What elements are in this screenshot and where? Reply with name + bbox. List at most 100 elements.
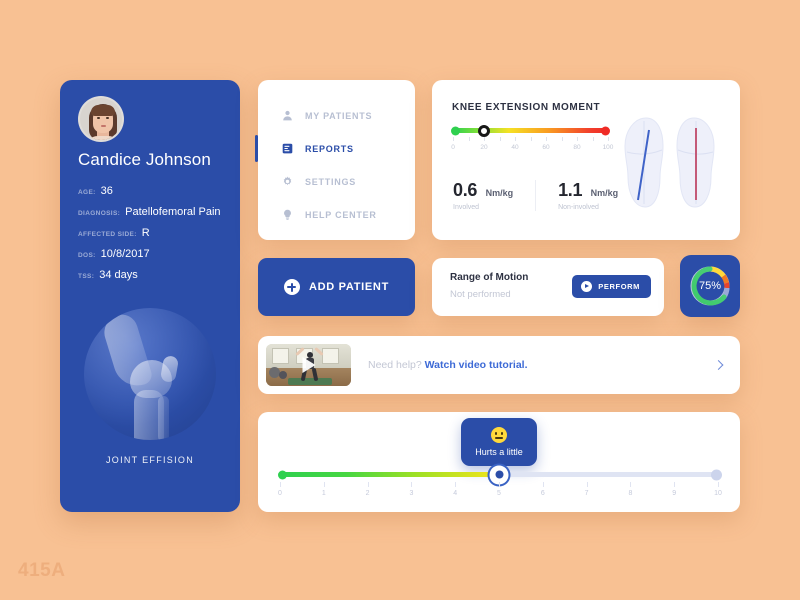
meta-key: DIAGNOSIS: [78, 210, 121, 217]
sidebar-item-label: REPORTS [305, 143, 354, 154]
lightbulb-icon [279, 209, 296, 220]
gauge-tick-label: 0 [451, 144, 455, 151]
perform-button-label: PERFORM [598, 282, 640, 291]
condition-label: JOINT EFFISION [105, 455, 195, 465]
add-patient-label: ADD PATIENT [308, 281, 389, 293]
sidebar-item-label: MY PATIENTS [305, 110, 373, 121]
value-number: 0.6 [453, 180, 478, 200]
pain-tick-label: 2 [365, 490, 370, 497]
patient-name: Candice Johnson [78, 150, 211, 169]
gauge-tick-label: 60 [542, 144, 550, 151]
sidebar-nav: MY PATIENTS REPORTS SETTINGS HELP CENTER [255, 80, 415, 240]
value-unit: Nm/kg [590, 188, 619, 198]
patient-card: Candice Johnson AGE: 36 DIAGNOSIS: Patel… [60, 80, 240, 512]
gauge-cap-left [451, 126, 460, 135]
gauge-scale-labels: 0 20 40 60 80 100 [451, 144, 613, 154]
gauge-tick-label: 100 [602, 144, 614, 151]
progress-ring-card[interactable]: 75% [680, 255, 740, 317]
range-of-motion-card: Range of Motion Not performed PERFORM [432, 258, 664, 316]
footprints-illustration-icon [616, 112, 724, 218]
meta-key: AFFECTED SIDE: [78, 231, 137, 238]
video-tutorial-link[interactable]: Watch video tutorial. [425, 359, 528, 371]
meta-row-dos: DOS: 10/8/2017 [78, 248, 230, 260]
meta-key: AGE: [78, 189, 96, 196]
pain-tick-label: 9 [672, 490, 677, 497]
add-patient-button[interactable]: ADD PATIENT [258, 258, 415, 316]
pain-value-tooltip: Hurts a little [461, 418, 537, 466]
pain-tick-label: 8 [628, 490, 633, 497]
chevron-right-icon[interactable] [713, 360, 724, 370]
sidebar-item-help-center[interactable]: HELP CENTER [258, 198, 415, 231]
gauge-cap-right [601, 126, 610, 135]
meta-key: DOS: [78, 252, 96, 259]
patient-meta-list: AGE: 36 DIAGNOSIS: Patellofemoral Pain A… [78, 185, 230, 290]
meta-value: Patellofemoral Pain [125, 206, 221, 218]
pain-slider-ticks [280, 482, 719, 489]
pain-slider-track [278, 465, 722, 484]
pain-tick-label: 0 [278, 490, 282, 497]
pain-scale-labels: 0 1 2 3 4 5 6 7 8 9 10 [278, 490, 722, 501]
pain-tick-label: 7 [584, 490, 589, 497]
play-triangle-icon [302, 357, 315, 373]
value-number: 1.1 [558, 180, 583, 200]
meta-key: TSS: [78, 273, 95, 280]
value-unit: Nm/kg [485, 188, 514, 198]
meta-row-age: AGE: 36 [78, 185, 230, 197]
play-circle-icon [581, 281, 593, 292]
sidebar-item-label: SETTINGS [305, 176, 357, 187]
meta-value: R [141, 227, 150, 239]
neutral-face-emoji-icon [491, 427, 507, 443]
document-icon [279, 143, 296, 154]
range-of-motion-status: Not performed [450, 289, 511, 300]
meta-value: 36 [100, 185, 113, 197]
value-involved: 0.6 Nm/kg Involved [453, 180, 535, 211]
sidebar-item-reports[interactable]: REPORTS [255, 132, 415, 165]
pain-tick-label: 5 [497, 490, 501, 497]
meta-value: 10/8/2017 [100, 248, 150, 260]
knee-extension-moment-card: KNEE EXTENSION MOMENT 0 20 40 60 80 100 [432, 80, 740, 240]
pain-slider-fill [280, 472, 499, 477]
video-tutorial-card[interactable]: Need help? Watch video tutorial. [258, 336, 740, 394]
pain-tick-label: 1 [321, 490, 326, 497]
meta-row-affected-side: AFFECTED SIDE: R [78, 227, 230, 239]
gear-icon [279, 176, 296, 187]
pain-tick-label: 3 [409, 490, 414, 497]
range-of-motion-title: Range of Motion [450, 272, 529, 283]
value-sublabel: Non-involved [558, 204, 599, 211]
exercise-video-thumbnail-icon[interactable] [266, 344, 351, 386]
gauge-ticks [453, 137, 609, 143]
knee-extension-values: 0.6 Nm/kg Involved 1.1 Nm/kg Non-involve… [453, 180, 640, 211]
gauge-track [451, 124, 610, 137]
value-sublabel: Involved [453, 204, 480, 211]
meta-row-tss: TSS: 34 days [78, 269, 230, 281]
video-prefix-text: Need help? [368, 359, 425, 371]
avatar [78, 96, 124, 142]
pain-scale-card: Hurts a little 0 1 2 3 4 5 6 7 8 9 10 [258, 412, 740, 512]
perform-button[interactable]: PERFORM [572, 275, 651, 298]
app-root: Candice Johnson AGE: 36 DIAGNOSIS: Patel… [0, 0, 800, 600]
gauge-thumb[interactable] [478, 124, 490, 137]
gauge-tick-label: 20 [480, 144, 488, 151]
video-tutorial-text: Need help? Watch video tutorial. [368, 359, 528, 371]
pain-tick-label: 10 [714, 490, 722, 497]
pain-cap-left [278, 470, 287, 479]
gauge-tick-label: 40 [511, 144, 519, 151]
pain-scale-slider[interactable]: 0 1 2 3 4 5 6 7 8 9 10 [278, 465, 722, 501]
watermark: 415A [18, 560, 66, 581]
meta-value: 34 days [99, 269, 138, 281]
sidebar-item-label: HELP CENTER [305, 209, 377, 220]
person-icon [279, 110, 296, 121]
card-title: KNEE EXTENSION MOMENT [452, 102, 601, 113]
plus-circle-icon [283, 279, 300, 295]
sidebar-item-my-patients[interactable]: MY PATIENTS [258, 99, 415, 132]
pain-tick-label: 6 [540, 490, 545, 497]
meta-row-diagnosis: DIAGNOSIS: Patellofemoral Pain [78, 206, 230, 218]
sidebar-item-settings[interactable]: SETTINGS [258, 165, 415, 198]
knee-xray-illustration-icon [84, 308, 216, 440]
progress-ring-label: 75% [698, 280, 722, 292]
pain-tick-label: 4 [453, 490, 458, 497]
pain-tooltip-label: Hurts a little [475, 447, 523, 457]
knee-extension-gauge[interactable]: 0 20 40 60 80 100 [451, 124, 613, 154]
pain-cap-right [711, 469, 722, 480]
gauge-tick-label: 80 [573, 144, 581, 151]
